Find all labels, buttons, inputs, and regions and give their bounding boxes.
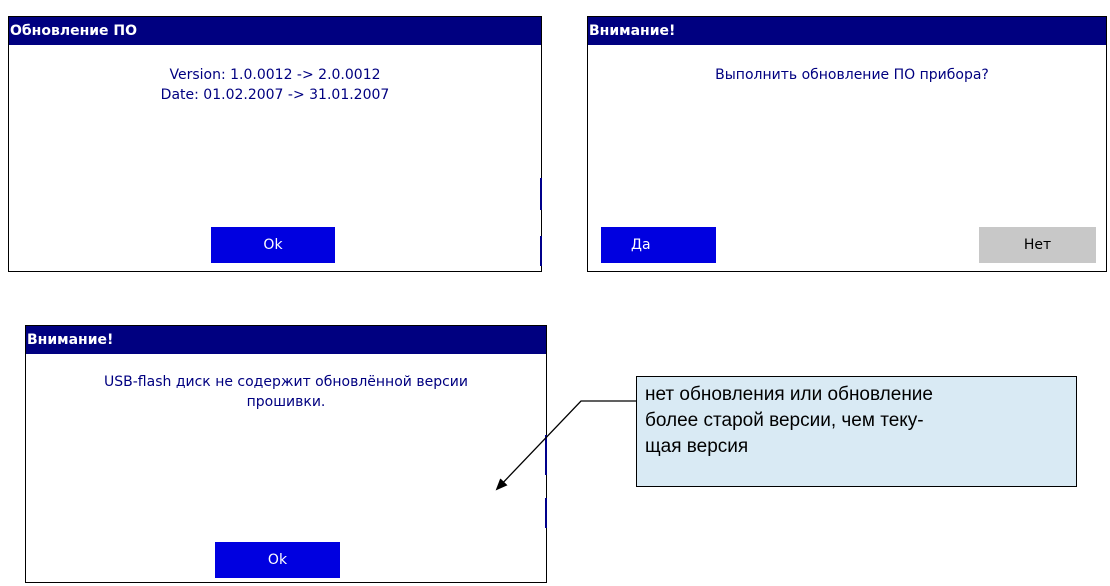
leader-arrow-icon: [495, 400, 636, 491]
leader-line: [495, 400, 636, 491]
